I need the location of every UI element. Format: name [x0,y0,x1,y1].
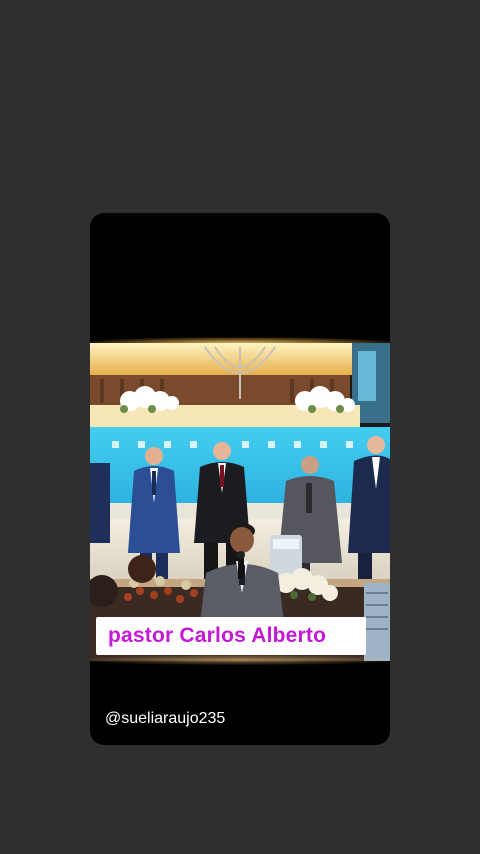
username-handle[interactable]: @sueliaraujo235 [105,710,225,728]
video-bottom-glow [90,655,390,665]
screen: { "story": { "caption_text": "pastor Car… [0,0,480,854]
church-stage-scene [90,343,390,661]
caption-text: pastor Carlos Alberto [108,624,327,647]
caption-label: pastor Carlos Alberto [96,617,366,655]
video-frame[interactable]: pastor Carlos Alberto [90,343,390,661]
story-card[interactable]: pastor Carlos Alberto @sueliaraujo235 [90,213,390,745]
